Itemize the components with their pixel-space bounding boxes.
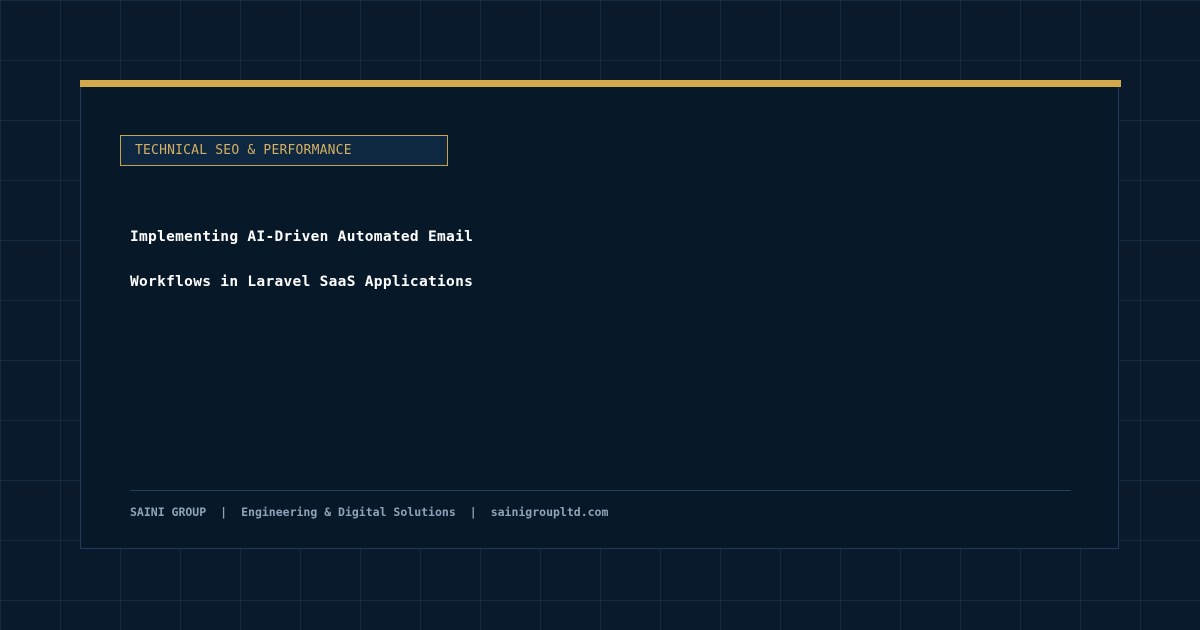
footer-website: sainigroupltd.com <box>490 505 609 519</box>
category-badge: TECHNICAL SEO & PERFORMANCE <box>120 135 448 166</box>
card-accent-bar <box>80 80 1121 87</box>
footer-brand: SAINI GROUP <box>130 505 207 519</box>
og-card: TECHNICAL SEO & PERFORMANCE Implementing… <box>80 80 1121 549</box>
footer-divider <box>130 490 1071 491</box>
article-title-line-1: Implementing AI-Driven Automated Email <box>130 229 474 245</box>
footer-bar: SAINI GROUP | Engineering & Digital Soluti… <box>130 504 608 520</box>
article-title: Implementing AI-Driven Automated Email W… <box>130 215 830 305</box>
footer-separator-1: | <box>220 505 228 519</box>
footer-tagline: Engineering & Digital Solutions <box>241 505 456 519</box>
footer-separator-2: | <box>469 505 477 519</box>
article-title-line-2: Workflows in Laravel SaaS Applications <box>130 274 474 290</box>
